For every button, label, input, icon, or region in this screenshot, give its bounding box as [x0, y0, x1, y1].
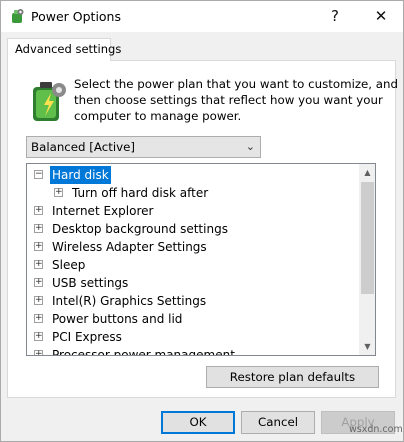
intro-line: then choose settings that reflect how yo…: [74, 93, 383, 107]
restore-plan-defaults-button[interactable]: Restore plan defaults: [206, 366, 379, 388]
tree-item-label: Sleep: [52, 258, 86, 272]
settings-tree: − Hard disk + Turn off hard disk after +…: [26, 163, 376, 356]
tree-item-wireless-adapter[interactable]: + Wireless Adapter Settings: [27, 238, 359, 256]
power-plan-icon: [33, 82, 66, 121]
expand-icon[interactable]: +: [34, 278, 43, 287]
scroll-up-icon[interactable]: ▲: [359, 164, 375, 181]
tree-scrollbar[interactable]: ▲ ▼: [359, 164, 375, 355]
tree-item-label: Desktop background settings: [52, 222, 228, 236]
tab-advanced-settings[interactable]: Advanced settings: [7, 38, 121, 61]
help-button[interactable]: ?: [313, 1, 357, 32]
tree-item-turn-off-hard-disk[interactable]: + Turn off hard disk after: [27, 184, 359, 202]
tree-item-pci-express[interactable]: + PCI Express: [27, 328, 359, 346]
tree-item-label: PCI Express: [52, 330, 122, 344]
tree-item-label: Internet Explorer: [52, 204, 154, 218]
expand-icon[interactable]: +: [34, 224, 43, 233]
expand-icon[interactable]: +: [34, 206, 43, 215]
expand-icon[interactable]: +: [34, 296, 43, 305]
expand-icon[interactable]: +: [34, 260, 43, 269]
intro-text: Select the power plan that you want to c…: [74, 76, 399, 124]
tree-item-hard-disk[interactable]: − Hard disk: [27, 166, 359, 184]
cancel-button[interactable]: Cancel: [241, 411, 315, 434]
tree-item-label: Power buttons and lid: [52, 312, 183, 326]
title-bar: Power Options ? ✕: [1, 1, 403, 32]
expand-icon[interactable]: +: [34, 242, 43, 251]
power-options-icon: [12, 9, 24, 23]
expand-icon[interactable]: +: [34, 314, 43, 323]
tree-item-sleep[interactable]: + Sleep: [27, 256, 359, 274]
ok-button[interactable]: OK: [161, 411, 235, 434]
intro-line: computer to manage power.: [74, 109, 242, 123]
power-plan-value: Balanced [Active]: [31, 140, 135, 154]
watermark: wsxdn.com: [349, 424, 403, 435]
tree-item-intel-graphics[interactable]: + Intel(R) Graphics Settings: [27, 292, 359, 310]
scrollbar-thumb[interactable]: [361, 182, 374, 294]
chevron-down-icon: ⌄: [245, 140, 255, 153]
window-title: Power Options: [31, 9, 121, 24]
tree-item-label: Turn off hard disk after: [72, 186, 209, 200]
scroll-down-icon[interactable]: ▼: [359, 338, 375, 355]
power-options-window: Power Options ? ✕ Advanced settings Sele…: [0, 0, 404, 442]
expand-icon[interactable]: +: [34, 350, 43, 355]
tree-item-internet-explorer[interactable]: + Internet Explorer: [27, 202, 359, 220]
intro-line: Select the power plan that you want to c…: [74, 77, 399, 91]
close-button[interactable]: ✕: [359, 1, 403, 32]
tree-item-processor-power[interactable]: + Processor power management: [27, 346, 359, 356]
tree-item-label: Processor power management: [52, 348, 235, 356]
tree-item-label: Intel(R) Graphics Settings: [52, 294, 207, 308]
tree-item-label: USB settings: [52, 276, 129, 290]
tree-item-label: Wireless Adapter Settings: [52, 240, 207, 254]
tree-item-usb-settings[interactable]: + USB settings: [27, 274, 359, 292]
collapse-icon[interactable]: −: [34, 170, 43, 179]
tree-item-desktop-background[interactable]: + Desktop background settings: [27, 220, 359, 238]
expand-icon[interactable]: +: [54, 188, 63, 197]
power-plan-dropdown[interactable]: Balanced [Active] ⌄: [26, 136, 261, 158]
tree-item-power-buttons[interactable]: + Power buttons and lid: [27, 310, 359, 328]
expand-icon[interactable]: +: [34, 332, 43, 341]
tree-item-label: Hard disk: [50, 166, 111, 184]
